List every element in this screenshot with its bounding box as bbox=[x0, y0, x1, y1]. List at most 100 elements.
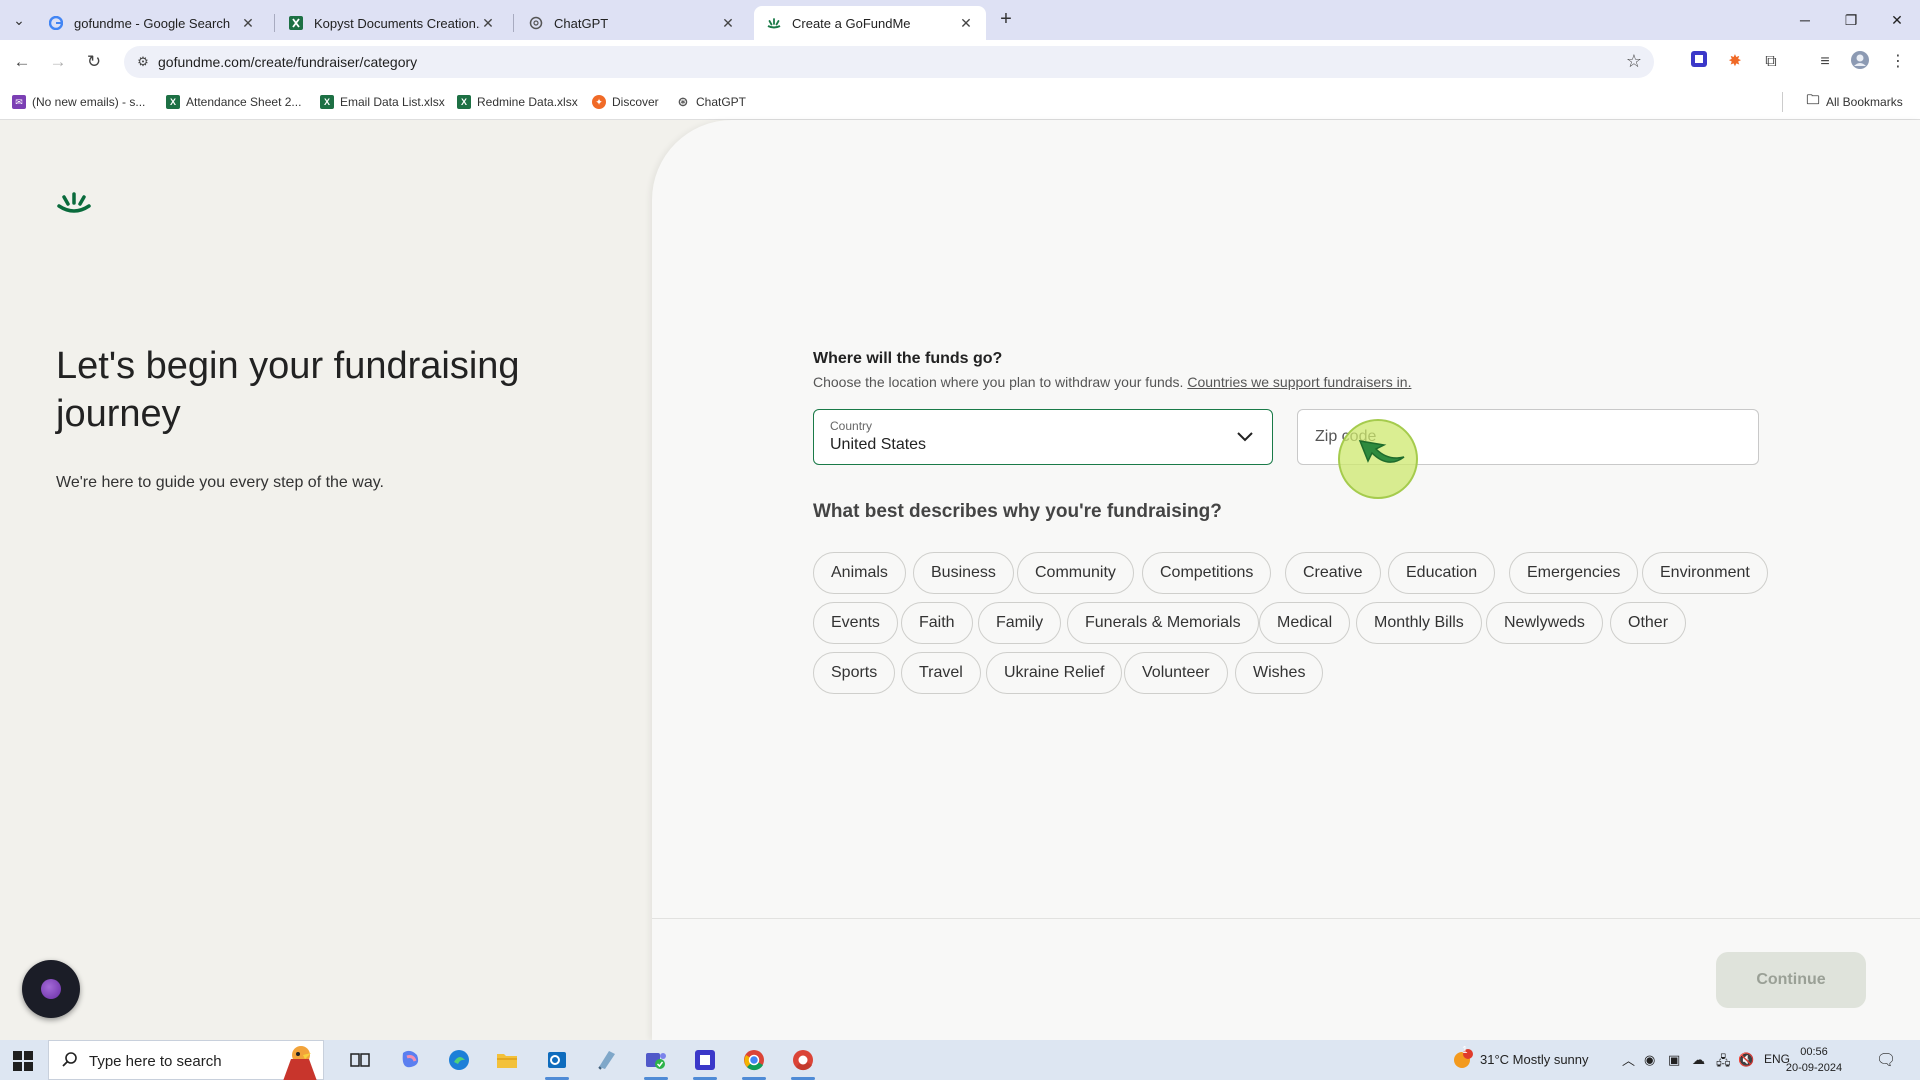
category-chip-animals[interactable]: Animals bbox=[813, 552, 906, 594]
category-chip-wishes[interactable]: Wishes bbox=[1235, 652, 1324, 694]
bookmark-redmine-data[interactable]: X Redmine Data.xlsx bbox=[457, 93, 578, 111]
restore-icon[interactable]: ❐ bbox=[1828, 6, 1874, 34]
bookmark-label: (No new emails) - s... bbox=[32, 95, 146, 109]
extensions-puzzle-icon[interactable]: ⧉ bbox=[1759, 50, 1783, 74]
new-tab-plus-icon[interactable]: + bbox=[994, 8, 1018, 32]
category-chip-education[interactable]: Education bbox=[1388, 552, 1496, 594]
chrome-profile-icon[interactable] bbox=[788, 1046, 818, 1074]
chrome-icon[interactable] bbox=[739, 1046, 769, 1074]
system-clock[interactable]: 00:56 20-09-2024 bbox=[1784, 1044, 1844, 1076]
file-explorer-icon[interactable] bbox=[492, 1046, 522, 1074]
close-icon[interactable]: ✕ bbox=[720, 15, 736, 32]
category-chip-travel[interactable]: Travel bbox=[901, 652, 981, 694]
assistant-launcher-button[interactable] bbox=[22, 960, 80, 1018]
excel-icon bbox=[288, 15, 304, 31]
all-bookmarks[interactable]: 🗀 All Bookmarks bbox=[1806, 92, 1902, 111]
gmail-icon: ✉ bbox=[12, 95, 26, 109]
tab-chatgpt[interactable]: ChatGPT ✕ bbox=[516, 6, 748, 40]
category-chip-environment[interactable]: Environment bbox=[1642, 552, 1768, 594]
category-chip-ukraine-relief[interactable]: Ukraine Relief bbox=[986, 652, 1123, 694]
site-settings-icon[interactable]: ⚙ bbox=[134, 53, 152, 71]
location-description-text: Choose the location where you plan to wi… bbox=[813, 374, 1184, 390]
zip-code-input[interactable] bbox=[1297, 409, 1759, 465]
category-chip-sports[interactable]: Sports bbox=[813, 652, 896, 694]
tab-divider bbox=[274, 14, 275, 32]
notifications-icon[interactable]: 🗨 bbox=[1876, 1050, 1896, 1070]
teams-icon[interactable] bbox=[641, 1046, 671, 1074]
reload-icon[interactable]: ↻ bbox=[82, 50, 106, 74]
task-view-icon[interactable] bbox=[345, 1046, 375, 1074]
outlook-icon[interactable] bbox=[542, 1046, 572, 1074]
country-label: Country bbox=[830, 419, 873, 433]
location-heading: Where will the funds go? bbox=[813, 350, 1003, 367]
menu-dots-icon[interactable]: ⋮ bbox=[1886, 50, 1910, 74]
bookmark-star-icon[interactable]: ☆ bbox=[1626, 51, 1642, 72]
window-close-icon[interactable]: ✕ bbox=[1874, 6, 1920, 34]
close-icon[interactable]: ✕ bbox=[240, 15, 256, 32]
category-chip-faith[interactable]: Faith bbox=[901, 602, 973, 644]
category-chip-family[interactable]: Family bbox=[978, 602, 1062, 644]
country-select[interactable]: Country United States bbox=[813, 409, 1273, 465]
category-chip-creative[interactable]: Creative bbox=[1285, 552, 1381, 594]
tab-google-search[interactable]: gofundme - Google Search ✕ bbox=[36, 6, 268, 40]
volume-muted-icon[interactable]: 🔇 bbox=[1738, 1052, 1754, 1068]
category-chip-events[interactable]: Events bbox=[813, 602, 898, 644]
tab-title: gofundme - Google Search bbox=[74, 15, 231, 31]
tab-divider bbox=[513, 14, 514, 32]
category-chip-monthly-bills[interactable]: Monthly Bills bbox=[1356, 602, 1482, 644]
bookmark-attendance-sheet[interactable]: X Attendance Sheet 2... bbox=[166, 93, 301, 111]
browser-toolbar: ← → ↻ ⚙ gofundme.com/create/fundraiser/c… bbox=[0, 40, 1920, 84]
bookmark-gmail[interactable]: ✉ (No new emails) - s... bbox=[12, 93, 145, 111]
category-chip-medical[interactable]: Medical bbox=[1259, 602, 1351, 644]
gofundme-logo-icon[interactable] bbox=[56, 192, 96, 216]
close-icon[interactable]: ✕ bbox=[958, 15, 974, 32]
bookmark-label: ChatGPT bbox=[696, 95, 747, 109]
category-chip-business[interactable]: Business bbox=[913, 552, 1014, 594]
tab-kopyst-documents[interactable]: Kopyst Documents Creation.xlsx ✕ bbox=[276, 6, 508, 40]
location-description: Choose the location where you plan to wi… bbox=[813, 374, 1411, 390]
tab-create-gofundme[interactable]: Create a GoFundMe ✕ bbox=[754, 6, 986, 40]
tab-title: Kopyst Documents Creation.xlsx bbox=[314, 15, 480, 31]
taskbar-search-placeholder: Type here to search bbox=[89, 1053, 222, 1070]
bookmark-chatgpt[interactable]: ⊛ ChatGPT bbox=[676, 93, 746, 111]
notes-app-icon[interactable] bbox=[591, 1046, 621, 1074]
category-chip-competitions[interactable]: Competitions bbox=[1142, 552, 1272, 594]
search-highlight-mascot-icon bbox=[283, 1046, 317, 1080]
tab-search-chevron-icon[interactable]: ⌄ bbox=[6, 8, 32, 32]
footer-divider bbox=[652, 918, 1920, 919]
bookmark-email-data-list[interactable]: X Email Data List.xlsx bbox=[320, 93, 445, 111]
extension-purple-icon[interactable] bbox=[1687, 50, 1711, 74]
category-chip-community[interactable]: Community bbox=[1017, 552, 1134, 594]
copilot-icon[interactable] bbox=[395, 1046, 425, 1074]
folder-icon: 🗀 bbox=[1806, 92, 1820, 107]
camera-icon[interactable]: ▣ bbox=[1668, 1052, 1680, 1068]
weather-text[interactable]: 31°C Mostly sunny bbox=[1480, 1052, 1589, 1067]
discover-icon: ✦ bbox=[592, 95, 606, 109]
extension-orange-icon[interactable]: ✸ bbox=[1723, 50, 1747, 74]
record-icon[interactable]: ◉ bbox=[1644, 1052, 1655, 1068]
category-chip-funerals-memorials[interactable]: Funerals & Memorials bbox=[1067, 602, 1259, 644]
forward-arrow-icon[interactable]: → bbox=[46, 50, 70, 74]
app-purple-icon[interactable] bbox=[690, 1046, 720, 1074]
back-arrow-icon[interactable]: ← bbox=[10, 50, 34, 74]
address-bar[interactable]: ⚙ gofundme.com/create/fundraiser/categor… bbox=[124, 46, 1654, 78]
category-chip-newlyweds[interactable]: Newlyweds bbox=[1486, 602, 1603, 644]
onedrive-cloud-icon[interactable]: ☁ bbox=[1692, 1052, 1705, 1068]
profile-avatar-icon[interactable] bbox=[1848, 50, 1872, 74]
media-control-icon[interactable]: ≡ bbox=[1813, 50, 1837, 74]
close-icon[interactable]: ✕ bbox=[480, 15, 496, 32]
bookmark-discover[interactable]: ✦ Discover bbox=[592, 93, 659, 111]
show-hidden-icons-icon[interactable]: ︿ bbox=[1622, 1050, 1635, 1069]
edge-browser-icon[interactable] bbox=[444, 1046, 474, 1074]
taskbar-search-box[interactable]: Type here to search bbox=[48, 1040, 324, 1080]
network-icon[interactable]: 🖧 bbox=[1716, 1052, 1731, 1074]
intro-panel: Let's begin your fundraising journey We'… bbox=[0, 120, 660, 1040]
supported-countries-link[interactable]: Countries we support fundraisers in. bbox=[1187, 374, 1411, 390]
category-chip-other[interactable]: Other bbox=[1610, 602, 1687, 644]
minimize-icon[interactable]: ─ bbox=[1782, 6, 1828, 34]
windows-start-icon[interactable] bbox=[12, 1050, 34, 1072]
page-title: Let's begin your fundraising journey bbox=[56, 345, 520, 435]
category-chip-volunteer[interactable]: Volunteer bbox=[1124, 652, 1228, 694]
category-chip-emergencies[interactable]: Emergencies bbox=[1509, 552, 1639, 594]
continue-button[interactable]: Continue bbox=[1716, 952, 1866, 1008]
